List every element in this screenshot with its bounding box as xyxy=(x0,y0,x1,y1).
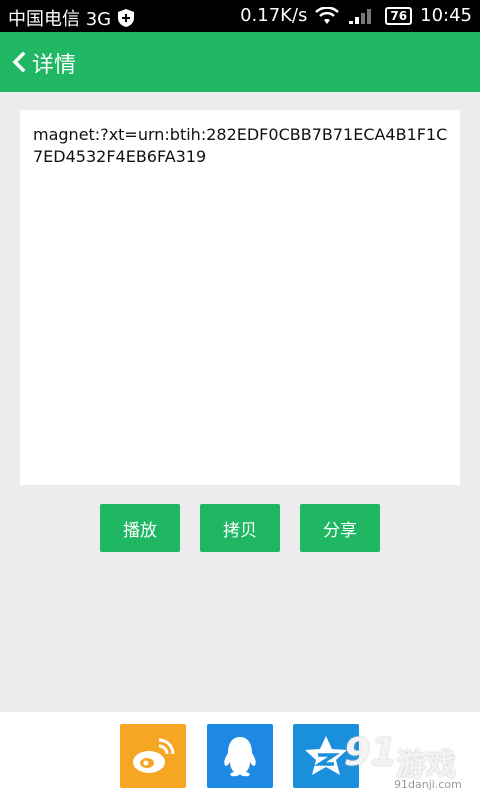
qq-icon xyxy=(224,737,256,777)
chevron-left-icon[interactable] xyxy=(10,48,26,76)
carrier-label: 中国电信 3G xyxy=(8,9,112,30)
watermark-number: 91 xyxy=(344,730,397,774)
weibo-icon xyxy=(133,738,175,773)
magnet-link-text: magnet:?xt=urn:btih:282EDF0CBB7B71ECA4B1… xyxy=(33,125,448,166)
status-bar: 中国电信 3G 0.17K/s 76 10:45 xyxy=(0,0,480,32)
site-watermark: 91 游戏 91danji.com xyxy=(344,730,474,794)
app-bar: 详情 xyxy=(0,32,480,92)
battery-level: 76 xyxy=(385,6,413,25)
page-title: 详情 xyxy=(32,53,77,78)
wifi-icon xyxy=(315,6,340,24)
weibo-share-button[interactable] xyxy=(120,724,186,788)
copy-button[interactable]: 拷贝 xyxy=(200,504,280,552)
play-button[interactable]: 播放 xyxy=(100,504,180,552)
signal-icon xyxy=(349,8,372,24)
shield-plus-icon xyxy=(118,9,135,27)
qzone-icon xyxy=(305,736,347,775)
qq-share-button[interactable] xyxy=(207,724,273,788)
magnet-link-card: magnet:?xt=urn:btih:282EDF0CBB7B71ECA4B1… xyxy=(20,110,460,485)
watermark-site: 91danji.com xyxy=(394,778,462,791)
clock: 10:45 xyxy=(420,5,472,26)
network-speed: 0.17K/s xyxy=(240,5,308,26)
share-button[interactable]: 分享 xyxy=(300,504,380,552)
